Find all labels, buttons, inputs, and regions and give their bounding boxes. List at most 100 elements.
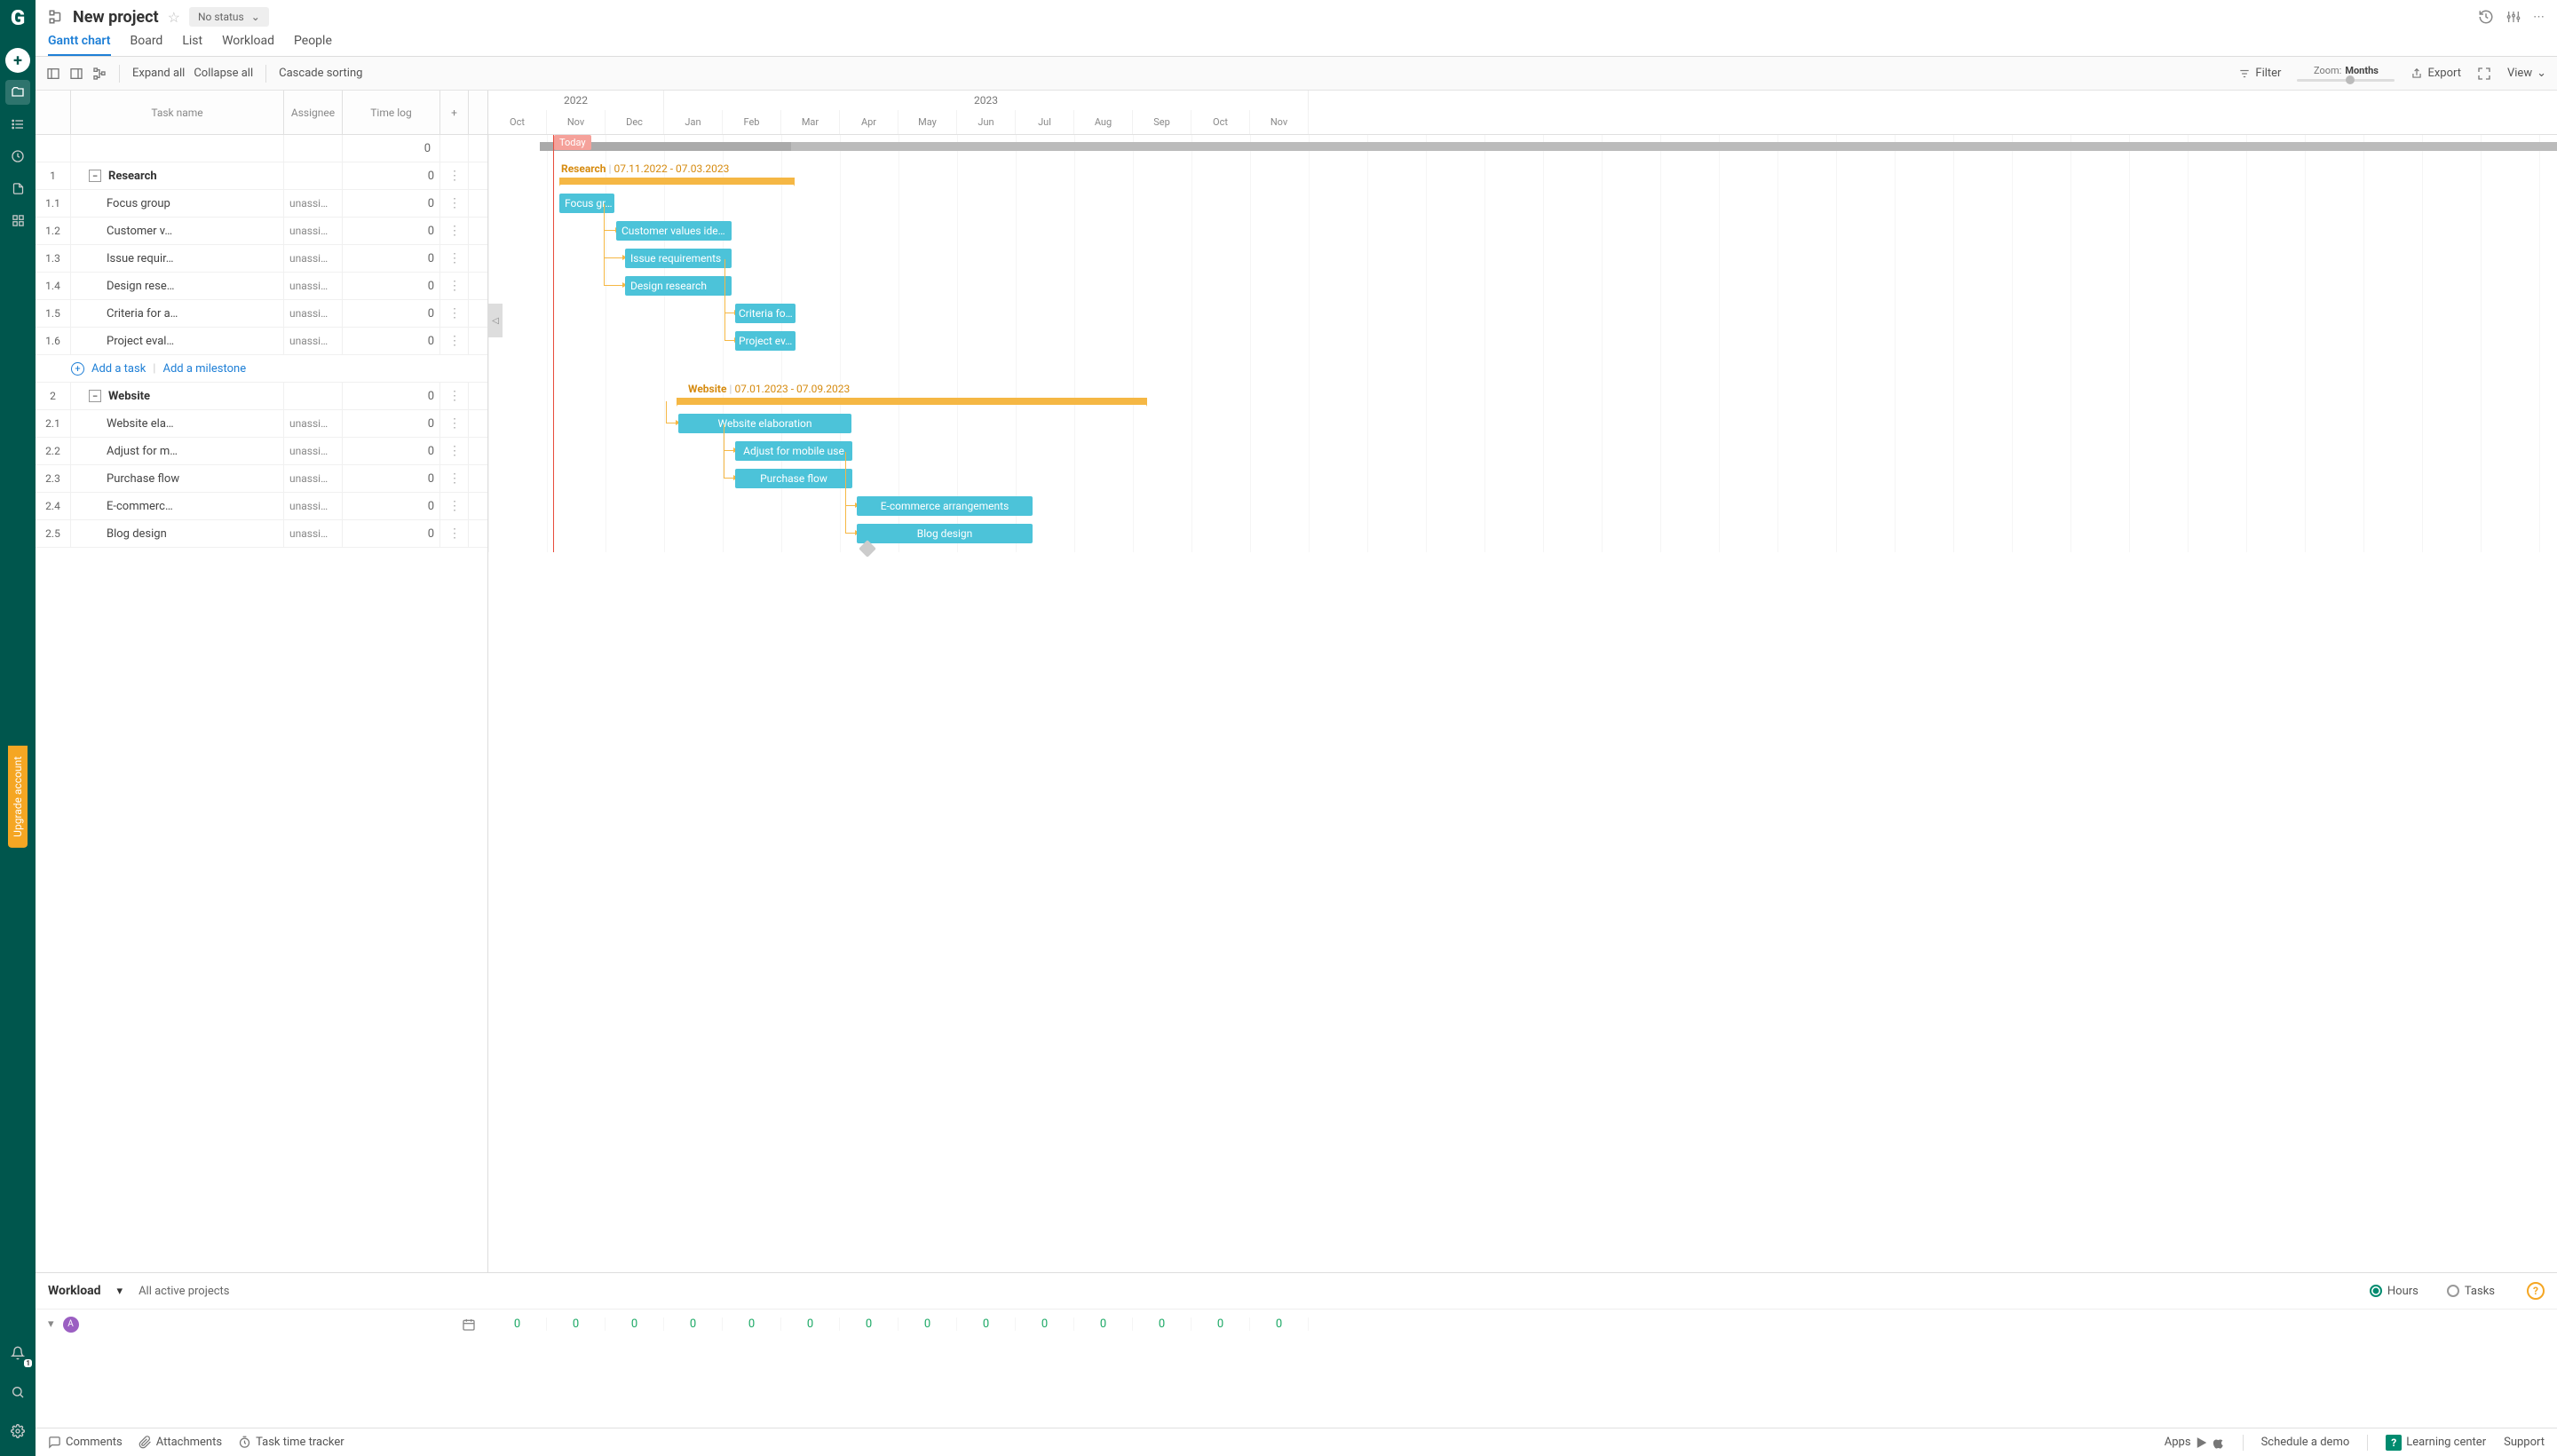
more-icon[interactable]: ⋯ bbox=[2533, 9, 2545, 25]
file-icon[interactable] bbox=[5, 176, 30, 201]
workload-cell: 0 bbox=[1133, 1318, 1191, 1331]
task-row[interactable]: 1.6 Project eval… unassi… 0 ⋮ bbox=[36, 328, 487, 355]
row-menu-icon[interactable]: ⋮ bbox=[440, 410, 469, 437]
settings-icon[interactable] bbox=[5, 1419, 30, 1444]
status-dropdown[interactable]: No status ⌄ bbox=[189, 7, 269, 27]
collapse-all-button[interactable]: Collapse all bbox=[194, 67, 253, 80]
task-row[interactable]: 2.4 E-commerc… unassi… 0 ⋮ bbox=[36, 493, 487, 520]
row-menu-icon[interactable]: ⋮ bbox=[440, 300, 469, 327]
upgrade-button[interactable]: Upgrade account bbox=[8, 746, 28, 848]
phase-bar[interactable] bbox=[677, 398, 1147, 405]
row-menu-icon[interactable]: ⋮ bbox=[440, 383, 469, 409]
fit-icon[interactable] bbox=[2477, 67, 2491, 81]
tab-workload[interactable]: Workload bbox=[222, 34, 274, 56]
list-icon[interactable] bbox=[5, 112, 30, 137]
create-button[interactable]: + bbox=[5, 48, 30, 73]
phase-bar[interactable] bbox=[559, 178, 795, 185]
apps-link[interactable]: Apps bbox=[2165, 1436, 2225, 1449]
project-title[interactable]: New project bbox=[73, 8, 159, 27]
chevron-down-icon[interactable]: ▾ bbox=[117, 1285, 123, 1298]
collapse-handle[interactable]: ◁ bbox=[488, 304, 503, 337]
help-icon[interactable]: ? bbox=[2527, 1282, 2545, 1300]
task-bar[interactable]: Criteria fo… bbox=[735, 304, 796, 323]
task-bar[interactable]: Customer values ide… bbox=[616, 221, 732, 241]
group-row[interactable]: 1 −Research 0 ⋮ bbox=[36, 162, 487, 190]
row-menu-icon[interactable]: ⋮ bbox=[440, 162, 469, 189]
search-icon[interactable] bbox=[5, 1380, 30, 1405]
export-button[interactable]: Export bbox=[2411, 67, 2461, 80]
learning-center-link[interactable]: ? Learning center bbox=[2386, 1435, 2486, 1451]
radio-hours[interactable] bbox=[2370, 1285, 2382, 1297]
expand-all-button[interactable]: Expand all bbox=[132, 67, 185, 80]
star-icon[interactable]: ☆ bbox=[168, 9, 180, 26]
workload-scope[interactable]: All active projects bbox=[139, 1285, 229, 1298]
overview-bar[interactable] bbox=[791, 142, 2557, 151]
workload-row[interactable]: ▾ A 00000000000000 bbox=[36, 1309, 2557, 1339]
history-icon[interactable] bbox=[2478, 9, 2494, 25]
row-menu-icon[interactable]: ⋮ bbox=[440, 190, 469, 217]
attachments-button[interactable]: Attachments bbox=[139, 1436, 222, 1449]
support-link[interactable]: Support bbox=[2504, 1436, 2545, 1449]
task-row[interactable]: 2.1 Website ela… unassi… 0 ⋮ bbox=[36, 410, 487, 438]
view-button[interactable]: View ⌄ bbox=[2507, 67, 2546, 80]
chevron-down-icon[interactable]: ▾ bbox=[48, 1318, 54, 1331]
cascade-sort-button[interactable]: Cascade sorting bbox=[279, 67, 362, 80]
calendar-icon[interactable] bbox=[462, 1318, 476, 1332]
task-bar[interactable]: Purchase flow bbox=[735, 469, 852, 488]
collapse-icon[interactable]: − bbox=[89, 170, 101, 182]
projects-icon[interactable] bbox=[5, 80, 30, 105]
task-row[interactable]: 2.5 Blog design unassi… 0 ⋮ bbox=[36, 520, 487, 548]
task-row[interactable]: 1.2 Customer v… unassi… 0 ⋮ bbox=[36, 218, 487, 245]
row-menu-icon[interactable]: ⋮ bbox=[440, 218, 469, 244]
group-row[interactable]: 2 −Website 0 ⋮ bbox=[36, 383, 487, 410]
add-task-row[interactable]: + Add a task|Add a milestone bbox=[36, 355, 487, 383]
row-menu-icon[interactable]: ⋮ bbox=[440, 520, 469, 547]
sliders-icon[interactable] bbox=[2506, 9, 2521, 25]
row-menu-icon[interactable]: ⋮ bbox=[440, 465, 469, 492]
clock-icon[interactable] bbox=[5, 144, 30, 169]
panel2-icon[interactable] bbox=[69, 67, 83, 81]
col-assignee[interactable]: Assignee bbox=[284, 91, 343, 134]
row-menu-icon[interactable]: ⋮ bbox=[440, 273, 469, 299]
tab-people[interactable]: People bbox=[294, 34, 332, 56]
panel-icon[interactable] bbox=[46, 67, 60, 81]
hierarchy-icon[interactable] bbox=[92, 67, 107, 81]
add-column-button[interactable]: + bbox=[440, 91, 469, 134]
task-row[interactable]: 1.4 Design rese… unassi… 0 ⋮ bbox=[36, 273, 487, 300]
task-bar[interactable]: Adjust for mobile use bbox=[735, 441, 852, 461]
collapse-icon[interactable]: − bbox=[89, 390, 101, 402]
tab-gantt[interactable]: Gantt chart bbox=[48, 34, 111, 56]
schedule-demo-link[interactable]: Schedule a demo bbox=[2261, 1436, 2350, 1449]
task-bar[interactable]: E-commerce arrangements bbox=[857, 496, 1033, 516]
grid-icon[interactable] bbox=[5, 208, 30, 233]
col-time-log[interactable]: Time log bbox=[343, 91, 440, 134]
tab-list[interactable]: List bbox=[182, 34, 202, 56]
task-bar[interactable]: Project ev… bbox=[735, 331, 796, 351]
comments-button[interactable]: Comments bbox=[48, 1436, 123, 1449]
zoom-slider[interactable] bbox=[2297, 79, 2395, 82]
filter-button[interactable]: Filter bbox=[2238, 67, 2281, 80]
task-bar[interactable]: Website elaboration bbox=[678, 414, 851, 433]
tab-board[interactable]: Board bbox=[131, 34, 163, 56]
task-bar[interactable]: Design research bbox=[625, 276, 732, 296]
col-task-name[interactable]: Task name bbox=[71, 91, 284, 134]
timeline[interactable]: 20222023 OctNovDecJanFebMarAprMayJunJulA… bbox=[488, 91, 2557, 1272]
task-row[interactable]: 1.3 Issue requir… unassi… 0 ⋮ bbox=[36, 245, 487, 273]
radio-tasks[interactable] bbox=[2447, 1285, 2459, 1297]
row-menu-icon[interactable]: ⋮ bbox=[440, 493, 469, 519]
task-row[interactable]: 1.1 Focus group unassi… 0 ⋮ bbox=[36, 190, 487, 218]
task-row[interactable]: 1.5 Criteria for a… unassi… 0 ⋮ bbox=[36, 300, 487, 328]
task-bar[interactable]: Issue requirements bbox=[625, 249, 732, 268]
row-menu-icon[interactable]: ⋮ bbox=[440, 328, 469, 354]
row-menu-icon[interactable]: ⋮ bbox=[440, 438, 469, 464]
time-tracker-button[interactable]: Task time tracker bbox=[238, 1436, 344, 1449]
avatar[interactable]: A bbox=[63, 1317, 79, 1333]
today-badge: Today bbox=[554, 135, 591, 150]
task-bar[interactable]: Blog design bbox=[857, 524, 1033, 543]
zoom-control[interactable]: Zoom:Months bbox=[2297, 65, 2395, 82]
row-menu-icon[interactable]: ⋮ bbox=[440, 245, 469, 272]
project-icon[interactable] bbox=[48, 9, 64, 25]
task-row[interactable]: 2.3 Purchase flow unassi… 0 ⋮ bbox=[36, 465, 487, 493]
bell-icon[interactable]: 1 bbox=[5, 1341, 30, 1365]
task-row[interactable]: 2.2 Adjust for m… unassi… 0 ⋮ bbox=[36, 438, 487, 465]
